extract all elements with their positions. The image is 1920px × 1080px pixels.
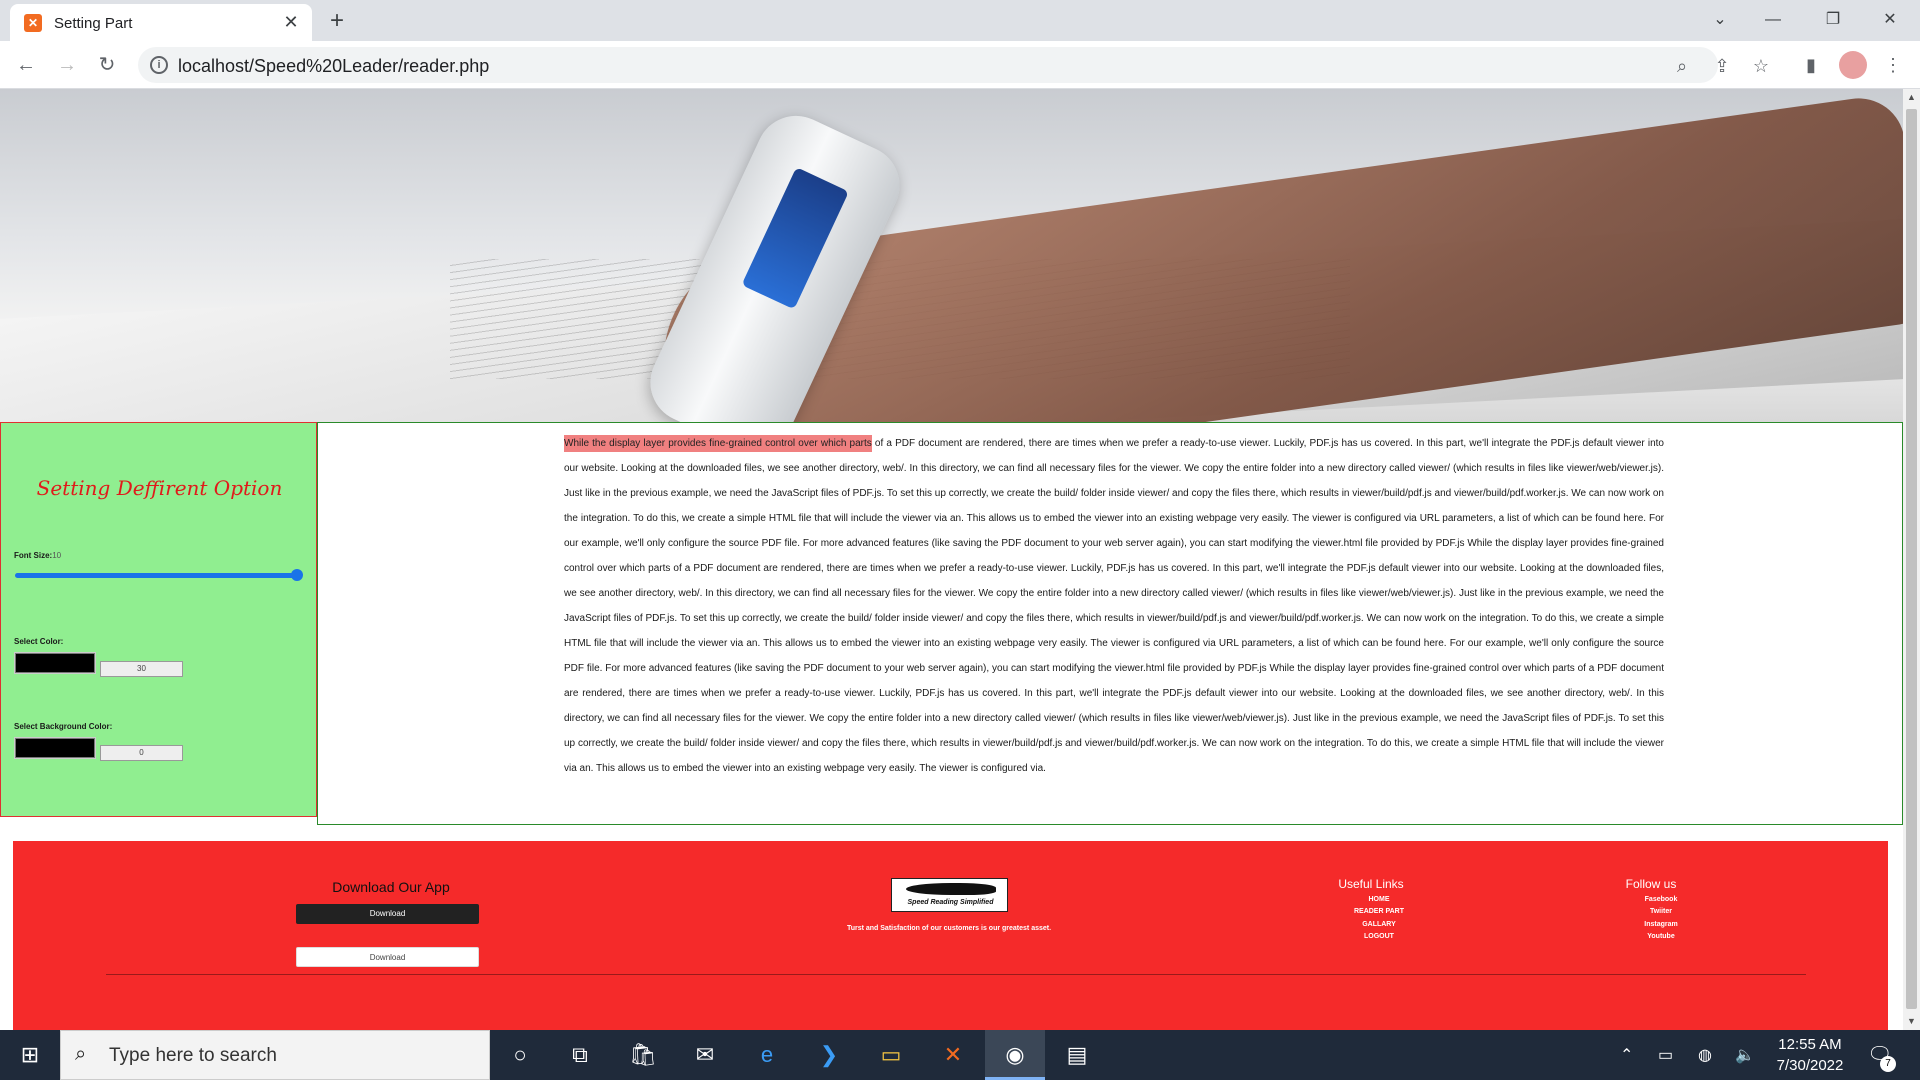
page-scrollbar[interactable]: ▲ ▼ (1903, 89, 1920, 1030)
restore-icon[interactable]: ❐ (1813, 4, 1853, 36)
browser-toolbar: ← → ↻ i localhost/Speed%20Leader/reader.… (0, 41, 1920, 89)
site-logo: Speed Reading Simplified (891, 878, 1008, 912)
clock-time: 12:55 AM (1778, 1036, 1842, 1053)
logo-text: Speed Reading Simplified (907, 899, 994, 906)
select-color-label: Select Color: (14, 637, 64, 646)
scroll-up-icon[interactable]: ▲ (1903, 89, 1920, 106)
reader-body-text: of a PDF document are rendered, there ar… (564, 438, 1664, 774)
battery-icon[interactable]: ▭ (1658, 1045, 1673, 1065)
font-size-slider-thumb[interactable] (291, 569, 303, 581)
page-viewport: Setting Deffirent Option Font Size:10 Se… (0, 89, 1903, 1030)
cheetah-logo-icon (906, 883, 996, 895)
new-tab-button[interactable]: + (323, 8, 351, 36)
taskbar-search-box[interactable]: ⌕ Type here to search (60, 1030, 490, 1080)
footer: Download Our App Download Download Speed… (13, 841, 1888, 1030)
show-hidden-icons-icon[interactable]: ⌃ (1620, 1045, 1633, 1065)
windows-taskbar: ⊞ ⌕ Type here to search ○ ⧉ 🛍 ✉ e ❯ ▭ ✕ … (0, 1030, 1920, 1080)
xampp-icon: ✕ (24, 14, 42, 32)
bg-color-value[interactable]: 0 (100, 745, 183, 761)
footer-link-gallary[interactable]: GALLARY (1319, 921, 1439, 928)
xampp-taskbar-icon[interactable]: ✕ (923, 1030, 983, 1080)
notification-badge: 7 (1880, 1056, 1896, 1072)
footer-link-youtube[interactable]: Youtube (1601, 933, 1721, 940)
text-color-value[interactable]: 30 (100, 661, 183, 677)
address-bar[interactable]: i localhost/Speed%20Leader/reader.php ⌕ … (138, 47, 1769, 83)
back-icon[interactable]: ← (12, 51, 40, 79)
text-color-picker[interactable] (14, 652, 96, 674)
task-view-icon[interactable]: ⧉ (550, 1030, 610, 1080)
font-size-slider[interactable] (15, 573, 299, 578)
footer-link-twitter[interactable]: Twiiter (1601, 908, 1721, 915)
reload-icon[interactable]: ↻ (93, 51, 121, 79)
font-size-label: Font Size:10 (14, 551, 62, 560)
edge-icon[interactable]: e (737, 1030, 797, 1080)
close-window-icon[interactable]: ✕ (1870, 4, 1910, 36)
url-text[interactable]: localhost/Speed%20Leader/reader.php (178, 56, 489, 77)
bg-color-picker[interactable] (14, 737, 96, 759)
clock-date: 7/30/2022 (1776, 1057, 1844, 1074)
hero-image (0, 89, 1903, 422)
search-icon: ⌕ (75, 1043, 87, 1065)
share-icon[interactable]: ⇪ (1709, 53, 1735, 79)
play-store-download-button[interactable]: Download (296, 947, 479, 967)
settings-panel: Setting Deffirent Option Font Size:10 Se… (0, 422, 317, 817)
reader-text: While the display layer provides fine-gr… (564, 431, 1664, 781)
tab-title: Setting Part (54, 15, 133, 32)
footer-divider (106, 974, 1806, 975)
microsoft-store-icon[interactable]: 🛍 (613, 1030, 673, 1080)
taskbar-search-placeholder: Type here to search (109, 1045, 277, 1066)
profile-avatar[interactable] (1839, 51, 1867, 79)
footer-link-reader-part[interactable]: READER PART (1319, 908, 1439, 915)
footer-link-facebook[interactable]: Fasebook (1601, 896, 1721, 903)
close-tab-icon[interactable]: ✕ (280, 11, 302, 33)
minimize-icon[interactable]: — (1753, 4, 1793, 36)
footer-link-instagram[interactable]: Instagram (1601, 921, 1721, 928)
follow-us-heading: Follow us (1625, 877, 1677, 891)
footer-link-home[interactable]: HOME (1319, 896, 1439, 903)
bookmark-star-icon[interactable]: ☆ (1748, 53, 1774, 79)
zoom-icon[interactable]: ⌕ (1669, 53, 1695, 79)
footer-tagline: Turst and Satisfaction of our customers … (846, 925, 1052, 932)
chrome-icon[interactable]: ◉ (985, 1030, 1045, 1080)
menu-kebab-icon[interactable]: ⋮ (1879, 51, 1907, 79)
footer-link-logout[interactable]: LOGOUT (1319, 933, 1439, 940)
taskbar-clock[interactable]: 12:55 AM 7/30/2022 (1765, 1034, 1855, 1076)
tab-search-icon[interactable]: ⌄ (1700, 4, 1740, 36)
mail-icon[interactable]: ✉ (675, 1030, 735, 1080)
side-panel-icon[interactable]: ▮ (1797, 51, 1825, 79)
tab-setting-part[interactable]: ✕ Setting Part ✕ (10, 4, 312, 41)
select-bg-color-label: Select Background Color: (14, 722, 113, 731)
scroll-down-icon[interactable]: ▼ (1903, 1013, 1920, 1030)
app-store-download-button[interactable]: Download (296, 904, 479, 924)
notepad-icon[interactable]: ▤ (1047, 1030, 1107, 1080)
volume-icon[interactable]: 🔈 (1735, 1045, 1755, 1065)
site-info-icon[interactable]: i (150, 56, 168, 74)
download-app-heading: Download Our App (332, 879, 450, 895)
file-explorer-icon[interactable]: ▭ (861, 1030, 921, 1080)
browser-tab-bar: ✕ Setting Part ✕ + ⌄ — ❐ ✕ (0, 0, 1920, 41)
reader-panel: While the display layer provides fine-gr… (317, 422, 1903, 825)
windows-start-icon[interactable]: ⊞ (0, 1030, 60, 1080)
scroll-thumb[interactable] (1906, 109, 1917, 1009)
font-size-value: 10 (52, 551, 62, 560)
reading-highlight: While the display layer provides fine-gr… (564, 435, 872, 452)
useful-links-heading: Useful Links (1338, 877, 1404, 891)
cortana-icon[interactable]: ○ (490, 1030, 550, 1080)
network-globe-icon[interactable]: ◍ (1698, 1045, 1712, 1065)
pen-screen (741, 167, 849, 310)
settings-title: Setting Deffirent Option (36, 476, 283, 500)
forward-icon[interactable]: → (53, 51, 81, 79)
vscode-icon[interactable]: ❯ (799, 1030, 859, 1080)
